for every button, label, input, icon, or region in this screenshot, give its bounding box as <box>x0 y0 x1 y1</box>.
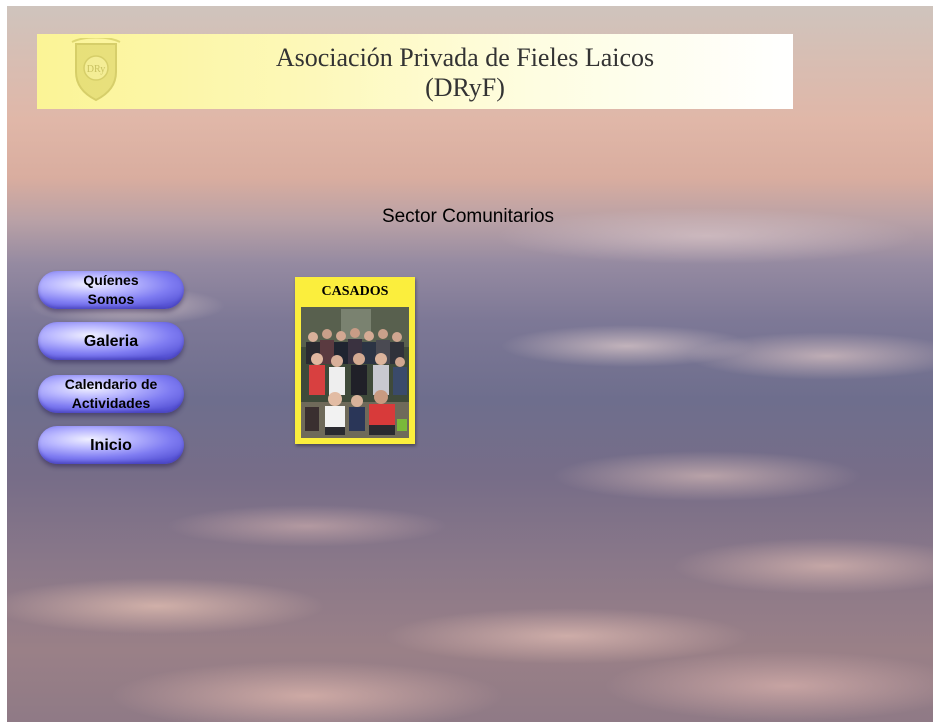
nav-button-inicio[interactable]: Inicio <box>38 426 184 464</box>
casados-card-label: CASADOS <box>321 284 389 299</box>
site-title-line-2: (DRyF) <box>425 73 505 102</box>
nav-button-calendario[interactable]: Calendario de Actividades <box>38 375 184 413</box>
section-title: Sector Comunitarios <box>381 206 555 227</box>
casados-card-link[interactable]: CASADOS <box>295 277 415 444</box>
crest-logo-icon: DRy <box>70 36 122 102</box>
group-photo <box>301 307 409 438</box>
site-title-line-1: Asociación Privada de Fieles Laicos <box>275 43 655 72</box>
nav-button-label: Quíenes Somos <box>83 272 139 307</box>
nav-button-quienes-somos[interactable]: Quíenes Somos <box>38 271 184 309</box>
svg-text:DRy: DRy <box>87 64 106 75</box>
site-title: Asociación Privada de Fieles Laicos (DRy… <box>197 43 733 103</box>
nav-button-galeria[interactable]: Galeria <box>38 322 184 360</box>
header-banner: DRy Asociación Privada de Fieles Laicos … <box>37 34 793 109</box>
nav-button-label: Galeria <box>83 332 139 350</box>
nav-button-label: Inicio <box>90 436 132 454</box>
page-background: DRy Asociación Privada de Fieles Laicos … <box>7 6 933 722</box>
nav-button-label: Calendario de Actividades <box>64 376 158 411</box>
